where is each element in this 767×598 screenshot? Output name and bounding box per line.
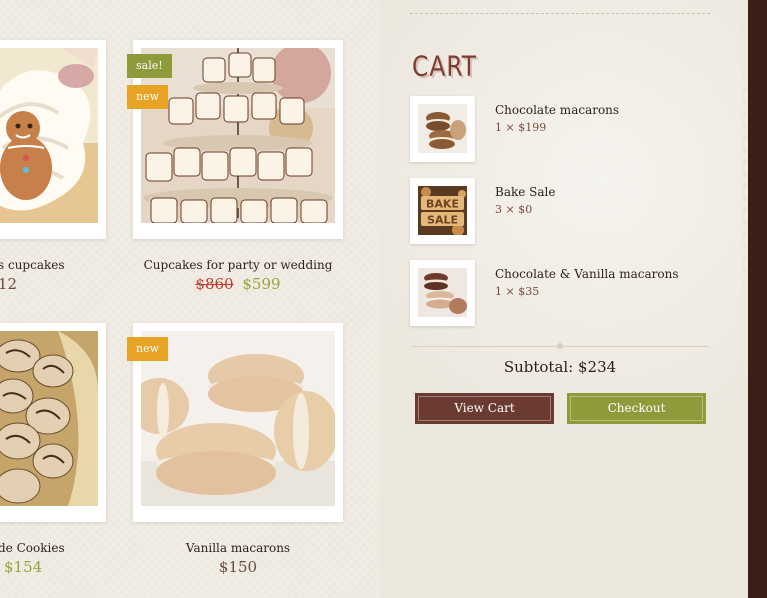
sale-badge: sale! [127, 54, 172, 78]
cart-item-name[interactable]: Chocolate & Vanilla macarons [495, 267, 679, 281]
product-price-value: 12 [0, 275, 18, 293]
checkout-button[interactable]: Checkout [567, 393, 706, 424]
checkout-button-label: Checkout [607, 401, 666, 415]
product-price-value: $154 [4, 558, 43, 576]
cart-item-name[interactable]: Chocolate macarons [495, 103, 619, 117]
product-price: $154 [4, 558, 42, 576]
cart-item-quantity-price: 3 × $0 [495, 203, 533, 216]
product-name[interactable]: Cupcakes for party or wedding [133, 258, 343, 272]
cart-item: Chocolate macarons 1 × $199 [410, 96, 710, 162]
cart-item-thumbnail[interactable] [410, 260, 475, 326]
product-card[interactable]: sale! new [127, 40, 343, 239]
product-image[interactable] [0, 48, 98, 223]
cart-divider-ornament [557, 343, 563, 349]
new-badge: new [127, 337, 169, 361]
product-image[interactable] [141, 331, 335, 506]
product-price: $860 $599 [133, 275, 343, 293]
new-badge: new [127, 85, 169, 109]
cart-item: Chocolate & Vanilla macarons 1 × $35 [410, 260, 710, 326]
cart-title: CART [412, 51, 477, 83]
cart-subtotal: Subtotal: $234 [503, 358, 617, 376]
product-sale-price: $599 [242, 275, 281, 293]
page-edge-border [743, 0, 767, 598]
cart-item-quantity-price: 1 × $199 [495, 121, 547, 134]
cart-item-quantity-price: 1 × $35 [495, 285, 540, 298]
product-card[interactable] [0, 40, 106, 239]
view-cart-button[interactable]: View Cart [415, 393, 554, 424]
product-card[interactable]: new [127, 323, 343, 522]
sidebar-top-divider [410, 13, 710, 14]
product-price: $150 [133, 558, 343, 576]
product-name[interactable]: Vanilla macarons [133, 541, 343, 555]
product-name[interactable]: de Cookies [0, 541, 65, 555]
product-image[interactable] [0, 331, 98, 506]
product-old-price: $860 [195, 275, 234, 293]
cart-item-name[interactable]: Bake Sale [495, 185, 555, 199]
product-name[interactable]: s cupcakes [0, 258, 65, 272]
view-cart-button-label: View Cart [454, 401, 515, 415]
product-price: 12 [0, 275, 17, 293]
bake-sale-logo-text: SALE [427, 214, 458, 227]
bake-sale-logo-text: BAKE [426, 198, 459, 211]
product-card[interactable] [0, 323, 106, 522]
cart-item-thumbnail[interactable]: BAKE SALE [410, 178, 475, 244]
cart-item-thumbnail[interactable] [410, 96, 475, 162]
product-price-value: $150 [218, 558, 258, 576]
cart-item: BAKE SALE Bake Sale 3 × $0 [410, 178, 710, 244]
